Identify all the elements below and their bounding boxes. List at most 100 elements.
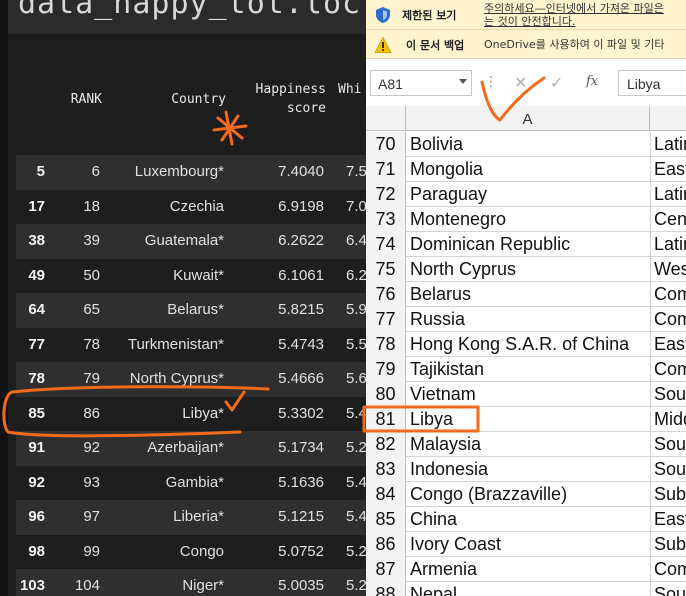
column-header-a[interactable]: A [406, 106, 650, 131]
cell-a[interactable]: Mongolia [410, 158, 648, 180]
cell-a[interactable]: Indonesia [410, 458, 648, 480]
row-index: 98 [28, 542, 45, 560]
cell-b[interactable]: Midd [654, 408, 686, 430]
cell-a[interactable]: Russia [410, 308, 648, 330]
cell-country: North Cyprus* [129, 370, 224, 387]
sheet-row[interactable]: 88 Nepal Sout [366, 582, 686, 596]
sheet-row[interactable]: 79 Tajikistan Com [366, 357, 686, 382]
row-number[interactable]: 71 [366, 157, 406, 182]
sheet-row[interactable]: 77 Russia Com [366, 307, 686, 332]
cell-country: Luxembourg* [134, 163, 224, 180]
cell-a[interactable]: Vietnam [410, 383, 648, 405]
row-number[interactable]: 78 [366, 332, 406, 357]
sheet-row[interactable]: 71Mongolia East [366, 157, 686, 182]
cell-a[interactable]: Hong Kong S.A.R. of China [410, 333, 648, 355]
cell-b[interactable]: Com [654, 558, 686, 580]
cell-a[interactable]: Ivory Coast [410, 533, 648, 555]
row-number[interactable]: 73 [366, 207, 406, 232]
sheet-row[interactable]: 72Paraguay Latin [366, 182, 686, 207]
table-row: 96 97 Liberia* 5.1215 5.4 [16, 500, 368, 535]
row-number[interactable]: 75 [366, 257, 406, 282]
insert-function-icon[interactable]: fx [586, 74, 598, 89]
row-number[interactable]: 81 [366, 407, 406, 432]
cell-a[interactable]: Belarus [410, 283, 648, 305]
cell-b[interactable]: Sout [654, 433, 686, 455]
cell-b[interactable]: Com [654, 358, 686, 380]
cell-a[interactable]: Malaysia [410, 433, 648, 455]
enter-check-icon[interactable]: ✓ [550, 73, 563, 92]
sheet-row[interactable]: 74Dominican Republic Latin [366, 232, 686, 257]
protected-view-message[interactable]: 주의하세요—인터넷에서 가져온 파일은 는 것이 안전합니다. [484, 2, 664, 28]
cell-b[interactable]: West [654, 258, 686, 280]
cell-b[interactable]: Latin [654, 183, 686, 205]
cell-b[interactable]: Com [654, 283, 686, 305]
row-number[interactable]: 70 [366, 132, 406, 157]
row-number[interactable]: 87 [366, 557, 406, 582]
cell-a[interactable]: Bolivia [410, 133, 648, 155]
row-number[interactable]: 76 [366, 282, 406, 307]
backup-title: 이 문서 백업 [406, 39, 465, 52]
sheet-row[interactable]: 87 Armenia Com [366, 557, 686, 582]
sheet-row[interactable]: 78Hong Kong S.A.R. of China East [366, 332, 686, 357]
cell-a[interactable]: Nepal [410, 583, 648, 596]
sheet-row-selected[interactable]: 81Libya Midd [366, 407, 686, 432]
cell-a[interactable]: Armenia [410, 558, 648, 580]
cell-score: 6.2622 [278, 232, 324, 249]
sheet-row[interactable]: 85China East [366, 507, 686, 532]
cell-b[interactable]: East [654, 508, 686, 530]
row-number[interactable]: 72 [366, 182, 406, 207]
cell-truncated: 5.5 [346, 335, 367, 353]
sheet-row[interactable]: 84 Congo (Brazzaville) Sub [366, 482, 686, 507]
cell-country: Kuwait* [173, 266, 224, 284]
cell-b[interactable]: Com [654, 308, 686, 330]
cell-a[interactable]: China [410, 508, 648, 530]
cell-b[interactable]: East [654, 333, 686, 355]
cell-country: Liberia* [173, 508, 224, 525]
cell-a[interactable]: Tajikistan [410, 358, 648, 380]
row-number[interactable]: 88 [366, 582, 406, 596]
sheet-row[interactable]: 75North Cyprus West [366, 257, 686, 282]
sheet-row[interactable]: 76 Belarus Com [366, 282, 686, 307]
cell-a[interactable]: North Cyprus [410, 258, 648, 280]
name-box[interactable]: A81 [370, 70, 472, 96]
formula-input[interactable]: Libya [618, 70, 686, 96]
cell-b[interactable]: Latin [654, 233, 686, 255]
row-number[interactable]: 80 [366, 382, 406, 407]
more-options-icon[interactable]: ⋮ [484, 74, 498, 90]
sheet-row[interactable]: 80Vietnam Sout [366, 382, 686, 407]
jupyter-output-panel: data_happy_tot.loc RANK Country Happines… [0, 0, 368, 596]
table-row: 17 18 Czechia 6.9198 7.0 [16, 189, 368, 224]
row-number[interactable]: 83 [366, 457, 406, 482]
sheet-row[interactable]: 86 Ivory Coast Sub [366, 532, 686, 557]
sheet-row[interactable]: 70Bolivia Latin [366, 132, 686, 157]
row-number[interactable]: 84 [366, 482, 406, 507]
select-all-corner[interactable] [366, 106, 406, 131]
cell-b[interactable]: Latin [654, 133, 686, 155]
chevron-down-icon[interactable] [459, 79, 467, 84]
cell-a[interactable]: Montenegro [410, 208, 648, 230]
table-row: 49 50 Kuwait* 6.1061 6.2 [16, 258, 368, 293]
sheet-row[interactable]: 82Malaysia Sout [366, 432, 686, 457]
sheet-row[interactable]: 83Indonesia Sout [366, 457, 686, 482]
cell-b[interactable]: Sub [654, 483, 686, 505]
code-cell[interactable]: data_happy_tot.loc [8, 0, 368, 34]
cell-b[interactable]: Sout [654, 458, 686, 480]
cell-b[interactable]: Sub [654, 533, 686, 555]
row-number[interactable]: 77 [366, 307, 406, 332]
cell-b[interactable]: Sout [654, 383, 686, 405]
cell-a[interactable]: Paraguay [410, 183, 648, 205]
row-number[interactable]: 79 [366, 357, 406, 382]
cell-a[interactable]: Congo (Brazzaville) [410, 483, 648, 505]
cell-a[interactable]: Dominican Republic [410, 233, 648, 255]
row-number[interactable]: 85 [366, 507, 406, 532]
row-number[interactable]: 82 [366, 432, 406, 457]
cancel-icon[interactable]: ✕ [514, 73, 527, 92]
cell-b[interactable]: East [654, 158, 686, 180]
cell-b[interactable]: Cent [654, 208, 686, 230]
row-number[interactable]: 74 [366, 232, 406, 257]
cell-b[interactable]: Sout [654, 583, 686, 596]
sheet-row[interactable]: 73Montenegro Cent [366, 207, 686, 232]
cell-a-selected[interactable]: Libya [410, 408, 648, 430]
cell-truncated: 5.9 [346, 301, 367, 318]
row-number[interactable]: 86 [366, 532, 406, 557]
